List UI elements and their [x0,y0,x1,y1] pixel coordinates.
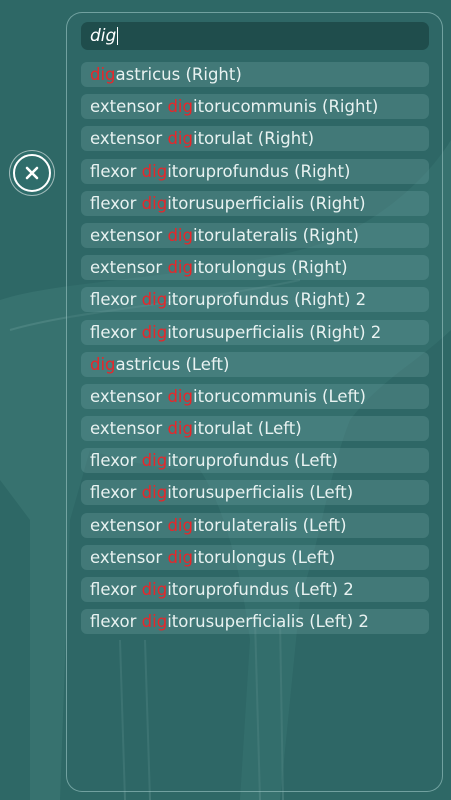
result-item[interactable]: digastricus (Right) [81,62,429,87]
result-post-text: itoruprofundus (Right) 2 [167,290,367,310]
result-match-text: dig [167,419,193,439]
result-post-text: itoruprofundus (Left) [167,451,338,471]
result-pre-text: flexor [90,483,142,503]
result-post-text: itorucommunis (Left) [192,386,366,406]
result-pre-text: flexor [90,451,142,471]
result-match-text: dig [90,65,116,84]
result-item[interactable]: extensor digitorulateralis (Right) [81,222,429,248]
result-post-text: itorulateralis (Left) [192,515,347,535]
result-post-text: itorulongus (Right) [192,258,348,278]
result-pre-text: flexor [90,161,142,181]
results-list: digastricus (Right) extensor digitorucomm… [81,62,429,641]
result-pre-text: extensor [90,386,168,406]
result-post-text: itorusuperficialis (Right) [167,193,366,213]
result-item[interactable]: flexor digitorusuperficialis (Right) [81,190,429,216]
result-match-text: dig [141,483,168,503]
result-post-text: astricus (Right) [115,65,242,84]
result-pre-text: flexor [90,580,142,599]
result-pre-text: extensor [90,129,168,149]
result-item[interactable]: extensor digitorucommunis (Right) [81,94,429,120]
result-pre-text: extensor [90,258,168,278]
search-query: dig [90,26,117,46]
result-post-text: itoruprofundus (Left) 2 [167,580,354,599]
text-caret [117,27,119,45]
result-post-text: itorusuperficialis (Left) [167,483,354,503]
result-item[interactable]: extensor digitorulat (Right) [81,126,429,152]
result-post-text: itorusuperficialis (Left) 2 [167,612,369,632]
result-pre-text: flexor [90,322,142,342]
close-icon [25,166,39,180]
result-item[interactable]: flexor digitorusuperficialis (Left) [81,480,429,506]
result-match-text: dig [167,515,193,535]
result-item[interactable]: extensor digitorulongus (Right) [81,255,429,281]
result-post-text: itorulateralis (Right) [192,225,359,245]
search-panel: dig digastricus (Right) extensor digitoru… [66,12,443,792]
result-post-text: itorulat (Left) [192,419,302,439]
result-post-text: astricus (Left) [115,354,230,374]
result-match-text: dig [167,258,193,278]
result-match-text: dig [141,451,168,471]
result-item[interactable]: digastricus (Left) [81,351,429,377]
result-item[interactable]: flexor digitoruprofundus (Right) [81,158,429,184]
result-match-text: dig [90,354,116,374]
result-item[interactable]: extensor digitorulongus (Left) [81,544,429,570]
result-item[interactable]: flexor digitoruprofundus (Left) [81,448,429,474]
result-pre-text: extensor [90,515,168,535]
result-match-text: dig [141,193,168,213]
result-pre-text: flexor [90,290,142,310]
result-match-text: dig [141,580,168,599]
result-post-text: itoruprofundus (Right) [167,161,351,181]
result-item[interactable]: extensor digitorucommunis (Left) [81,383,429,409]
result-match-text: dig [167,97,193,117]
result-pre-text: extensor [90,547,168,567]
result-match-text: dig [141,612,168,632]
result-item[interactable]: flexor digitoruprofundus (Left) 2 [81,577,429,602]
result-match-text: dig [167,386,193,406]
result-match-text: dig [167,129,193,149]
result-post-text: itorucommunis (Right) [192,97,379,117]
result-item[interactable]: extensor digitorulat (Left) [81,416,429,442]
result-item[interactable]: extensor digitorulateralis (Left) [81,512,429,538]
result-pre-text: flexor [90,612,142,632]
result-match-text: dig [167,547,193,567]
result-pre-text: extensor [90,225,168,245]
result-pre-text: extensor [90,97,168,117]
result-match-text: dig [141,290,168,310]
result-item[interactable]: flexor digitorusuperficialis (Right) 2 [81,319,429,345]
result-match-text: dig [167,225,193,245]
result-post-text: itorulongus (Left) [192,547,336,567]
result-match-text: dig [141,161,168,181]
result-item[interactable]: flexor digitorusuperficialis (Left) 2 [81,609,429,635]
result-pre-text: extensor [90,419,168,439]
result-post-text: itorulat (Right) [192,129,315,149]
search-input[interactable]: dig [81,22,429,50]
close-button[interactable] [13,154,51,192]
result-item[interactable]: flexor digitoruprofundus (Right) 2 [81,287,429,313]
result-pre-text: flexor [90,193,142,213]
result-match-text: dig [141,322,168,342]
result-post-text: itorusuperficialis (Right) 2 [167,322,382,342]
